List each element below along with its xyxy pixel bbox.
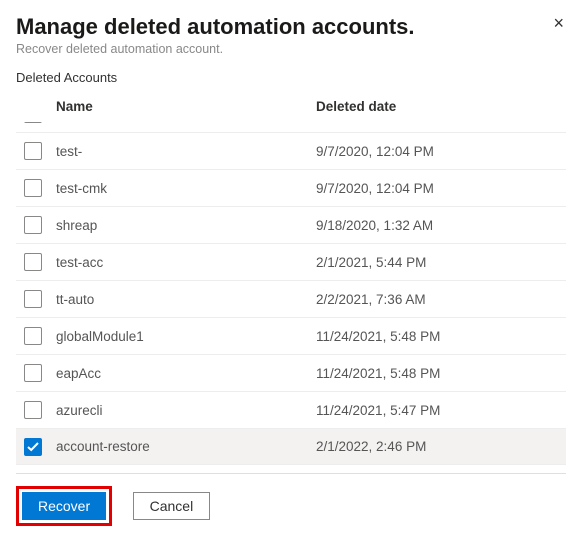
section-label: Deleted Accounts [16, 70, 566, 85]
column-header-date[interactable]: Deleted date [316, 99, 566, 114]
row-date: 2/1/2021, 5:44 PM [316, 255, 566, 270]
row-checkbox[interactable] [24, 142, 42, 160]
table-row[interactable]: globalModule111/24/2021, 5:48 PM [16, 317, 566, 354]
table-row[interactable]: account-restore2/1/2022, 2:46 PM [16, 428, 566, 465]
row-checkbox[interactable] [24, 327, 42, 345]
row-checkbox[interactable] [24, 401, 42, 419]
table-row[interactable]: azurecli11/24/2021, 5:47 PM [16, 391, 566, 428]
table-row[interactable]: test-acc2/1/2021, 5:44 PM [16, 243, 566, 280]
table-row[interactable]: tt-auto2/2/2021, 7:36 AM [16, 280, 566, 317]
table-header: Name Deleted date [16, 91, 566, 122]
table-row[interactable]: shreap9/18/2020, 1:32 AM [16, 206, 566, 243]
row-name: account-restore [56, 439, 316, 454]
row-date: 2/2/2021, 7:36 AM [316, 292, 566, 307]
close-icon[interactable]: × [553, 14, 564, 32]
row-checkbox[interactable] [24, 216, 42, 234]
table-row[interactable]: test-cmk9/7/2020, 12:04 PM [16, 169, 566, 206]
row-name: shreap [56, 218, 316, 233]
row-date: 11/24/2021, 5:48 PM [316, 329, 566, 344]
row-checkbox[interactable] [24, 179, 42, 197]
footer: Recover Cancel [16, 473, 566, 540]
column-header-name[interactable]: Name [56, 99, 316, 114]
row-date: 11/24/2021, 5:47 PM [316, 403, 566, 418]
table-row[interactable]: shrlockboxtest9/7/2020, 12:04 PM [16, 122, 566, 132]
row-date: 2/1/2022, 2:46 PM [316, 439, 566, 454]
accounts-list[interactable]: shrlockboxtest9/7/2020, 12:04 PMtest-9/7… [16, 122, 566, 465]
row-date: 11/24/2021, 5:48 PM [316, 366, 566, 381]
row-date: 9/7/2020, 12:04 PM [316, 181, 566, 196]
row-date: 9/18/2020, 1:32 AM [316, 218, 566, 233]
recover-button[interactable]: Recover [22, 492, 106, 520]
table-row[interactable]: eapAcc11/24/2021, 5:48 PM [16, 354, 566, 391]
row-date: 9/7/2020, 12:04 PM [316, 144, 566, 159]
row-name: azurecli [56, 403, 316, 418]
recover-highlight: Recover [16, 486, 112, 526]
row-name: test-acc [56, 255, 316, 270]
row-checkbox[interactable] [24, 290, 42, 308]
row-checkbox[interactable] [24, 253, 42, 271]
row-checkbox[interactable] [24, 122, 42, 123]
table-row[interactable]: test-9/7/2020, 12:04 PM [16, 132, 566, 169]
page-subtitle: Recover deleted automation account. [16, 42, 566, 56]
row-name: test- [56, 144, 316, 159]
row-name: eapAcc [56, 366, 316, 381]
row-name: test-cmk [56, 181, 316, 196]
row-name: tt-auto [56, 292, 316, 307]
cancel-button[interactable]: Cancel [133, 492, 211, 520]
row-checkbox[interactable] [24, 438, 42, 456]
row-name: globalModule1 [56, 329, 316, 344]
row-checkbox[interactable] [24, 364, 42, 382]
page-title: Manage deleted automation accounts. [16, 14, 566, 40]
